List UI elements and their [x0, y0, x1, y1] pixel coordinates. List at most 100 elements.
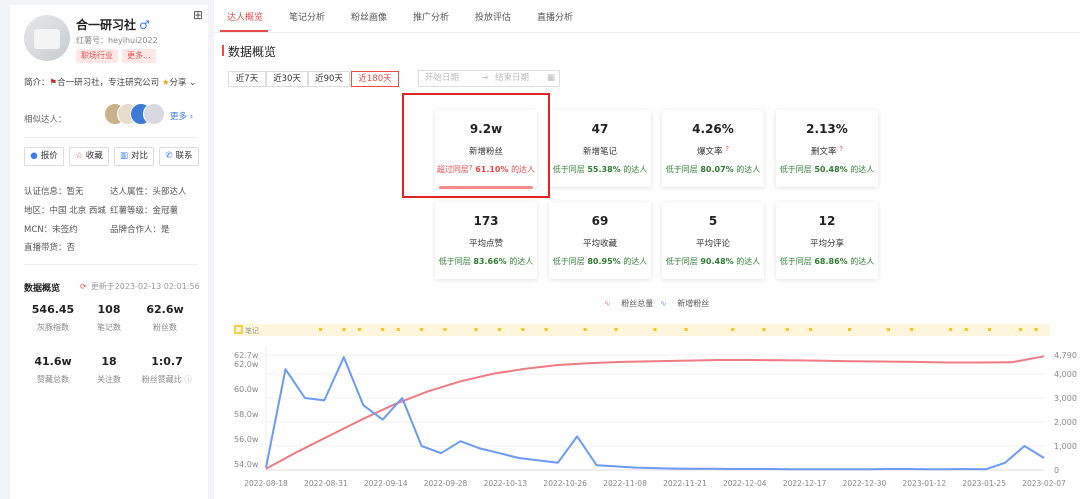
- phone-icon: ✆: [165, 151, 173, 161]
- note-marker: [731, 328, 735, 331]
- divider: [24, 137, 198, 138]
- intro-more[interactable]: 分享: [169, 78, 186, 88]
- note-marker: [653, 328, 657, 331]
- chevron-down-icon[interactable]: ⌄: [189, 78, 196, 88]
- x-tick-label: 2023-02-07: [1022, 479, 1066, 488]
- redbook-id: 红薯号：heyihui2022: [76, 36, 158, 45]
- note-marker: [357, 328, 361, 331]
- note-marker: [910, 328, 914, 331]
- note-marker: [443, 328, 447, 331]
- profile-name: 合一研习社 ♂: [76, 18, 150, 32]
- notes-strip-label: 笔记: [245, 326, 259, 335]
- y-right-tick-label: 1,000: [1054, 442, 1077, 451]
- note-marker: [964, 328, 968, 331]
- flag-icon: ⚑: [49, 78, 58, 88]
- note-marker: [583, 328, 587, 331]
- quote-icon: ●: [30, 151, 38, 161]
- similar-more-link[interactable]: 更多 ›: [170, 110, 193, 122]
- y-right-tick-label: 0: [1054, 466, 1059, 475]
- notes-strip: [234, 324, 1050, 336]
- x-tick-label: 2022-12-17: [783, 479, 827, 488]
- info-mcn: MCN：未签约: [24, 225, 78, 235]
- overview-title: 数据概览: [24, 284, 61, 294]
- divider: [24, 264, 198, 265]
- note-marker: [544, 328, 548, 331]
- main-panel: 达人概览 笔记分析 粉丝画像 推广分析 投放评估 直播分析 数据概览 近7天 近…: [214, 0, 1080, 499]
- info-region: 地区：中国 北京 西城: [24, 206, 106, 216]
- info-attr: 达人属性：头部达人: [110, 187, 187, 197]
- stat-ratio: 1:0.7 粉丝赞藏比 ⓘ: [141, 355, 193, 384]
- compare-button[interactable]: ▥ 对比: [114, 147, 154, 166]
- note-marker: [684, 328, 688, 331]
- x-tick-label: 2022-10-26: [543, 479, 587, 488]
- note-marker: [396, 328, 400, 331]
- note-marker: [809, 328, 813, 331]
- y-left-tick-label: 54.0w: [234, 460, 259, 469]
- stat-fans: 62.6w 粉丝数: [146, 303, 184, 332]
- note-marker: [318, 328, 322, 331]
- x-tick-label: 2022-11-08: [603, 479, 647, 488]
- note-marker: [848, 328, 851, 331]
- industry-tag[interactable]: 职场行业: [76, 49, 118, 63]
- fans-trend-chart[interactable]: 笔记 62.7w62.0w 60.0w 58.0w 56.0w 54.0w 4,790 4,0…: [214, 0, 1080, 499]
- y-right-tick-label: 4,790: [1054, 351, 1077, 360]
- male-symbol-icon: ♂: [139, 18, 150, 32]
- note-marker: [988, 328, 992, 331]
- note-marker: [785, 328, 789, 331]
- note-marker: [497, 328, 501, 331]
- note-marker: [381, 328, 385, 331]
- x-tick-label: 2023-01-12: [903, 479, 947, 488]
- note-marker: [342, 328, 346, 331]
- x-tick-label: 2022-11-21: [663, 479, 707, 488]
- stat-notes: 108 笔记数: [97, 303, 121, 332]
- x-tick-label: 2022-08-31: [304, 479, 348, 488]
- x-tick-label: 2022-12-04: [723, 479, 767, 488]
- y-right-tick-label: 3,000: [1054, 394, 1077, 403]
- y-left-tick-label: 56.0w: [234, 435, 259, 444]
- info-icon[interactable]: ⓘ: [184, 375, 192, 384]
- avatar[interactable]: [24, 15, 70, 61]
- y-left-tick-label: 62.7w: [234, 351, 259, 360]
- x-tick-label: 2022-12-30: [843, 479, 887, 488]
- note-marker: [1019, 328, 1023, 331]
- quote-button[interactable]: ● 报价: [24, 147, 64, 166]
- profile-panel: 合一研习社 ♂ ⊞ 红薯号：heyihui2022 职场行业 更多... 简介：⚑…: [10, 5, 208, 499]
- qr-code-icon[interactable]: ⊞: [193, 8, 203, 22]
- refresh-icon[interactable]: ⟳: [80, 282, 87, 291]
- x-tick-label: 2022-08-18: [244, 479, 288, 488]
- x-tick-label: 2023-01-25: [962, 479, 1006, 488]
- info-cert: 认证信息：暂无: [24, 187, 84, 197]
- stat-index: 546.45 灰豚指数: [31, 303, 75, 332]
- stat-follows: 18 关注数: [97, 355, 121, 384]
- x-tick-label: 2022-09-14: [364, 479, 408, 488]
- favorite-button[interactable]: ☆ 收藏: [69, 147, 109, 166]
- stat-likes: 41.6w 赞藏总数: [34, 355, 72, 384]
- similar-avatars[interactable]: [104, 103, 165, 125]
- contact-button[interactable]: ✆ 联系: [159, 147, 199, 166]
- y-left-tick-label: 60.0w: [234, 385, 259, 394]
- similar-label: 相似达人：: [24, 115, 67, 125]
- note-marker: [949, 328, 953, 331]
- series-line-total-fans: [265, 355, 1045, 470]
- y-right-tick-label: 4,000: [1054, 370, 1077, 379]
- update-time[interactable]: ⟳ 更新于2023-02-13 02:01:56: [80, 281, 200, 292]
- y-left-tick-label: 62.0w: [234, 360, 259, 369]
- similar-avatar[interactable]: [143, 103, 165, 125]
- intro: 简介：⚑合一研习社，专注研究公司 ★分享 ⌄: [24, 78, 197, 88]
- note-marker: [614, 328, 618, 331]
- note-marker: [886, 328, 890, 331]
- x-tick-label: 2022-10-13: [484, 479, 528, 488]
- info-live: 直播带货：否: [24, 243, 76, 253]
- compare-icon: ▥: [119, 151, 128, 161]
- info-brand: 品牌合作人：是: [110, 225, 170, 235]
- x-tick-label: 2022-09-28: [424, 479, 468, 488]
- y-right-tick-label: 2,000: [1054, 418, 1077, 427]
- more-tags[interactable]: 更多...: [122, 49, 156, 63]
- note-marker: [521, 328, 525, 331]
- note-marker: [1034, 328, 1038, 331]
- info-level: 红薯等级：金冠薯: [110, 206, 179, 216]
- star-outline-icon: ☆: [75, 151, 83, 161]
- note-marker: [474, 328, 478, 331]
- note-marker: [420, 328, 424, 331]
- note-marker: [762, 328, 766, 331]
